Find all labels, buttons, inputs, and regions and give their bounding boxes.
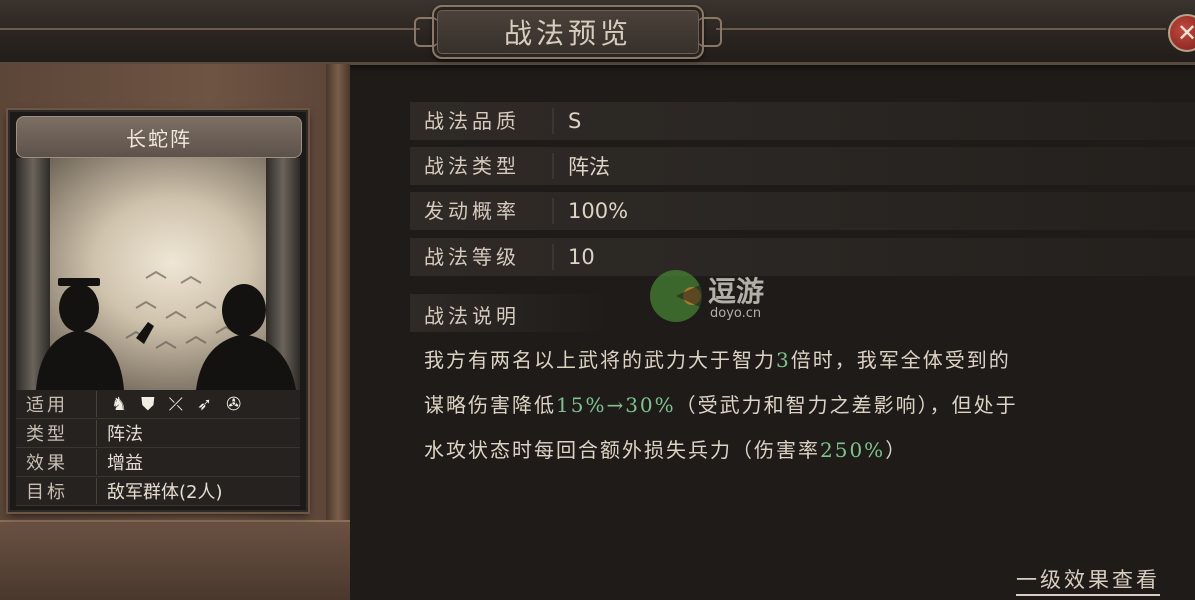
info-row-level: 战法等级 10	[410, 238, 1195, 276]
watermark-sub: doyo.cn	[710, 306, 762, 321]
close-button[interactable]: ✕	[1168, 14, 1195, 52]
prop-key: 效果	[16, 449, 97, 475]
desc-line-3: 水攻状态时每回合额外损失兵力（伤害率250%）	[424, 428, 1194, 473]
tactic-art-image	[36, 270, 296, 390]
info-key: 发动概率	[410, 198, 554, 224]
desc-text: （受武力和智力之差影响），但处于	[675, 393, 1018, 417]
watermark: 逗游 doyo.cn	[646, 266, 796, 326]
unit-icons: ♞ ⛊ ⤫ ➶ ✇	[97, 394, 241, 415]
info-value: S	[568, 109, 582, 133]
desc-text: 谋略伤害降低	[424, 393, 556, 417]
desc-highlight: 3	[776, 348, 791, 372]
bow-icon: ⤫	[168, 393, 184, 415]
desc-line-1: 我方有两名以上武将的武力大于智力3倍时，我军全体受到的	[424, 338, 1194, 383]
cavalry-icon: ♞	[111, 393, 128, 415]
prop-row-type: 类型 阵法	[16, 419, 300, 448]
header-bar: 战法预览 ✕	[0, 0, 1195, 65]
desc-highlight: 15%→30%	[556, 393, 676, 417]
tactic-card-art	[16, 158, 300, 390]
info-value: 10	[568, 245, 595, 269]
watermark-logo	[650, 270, 702, 322]
header-rule-left	[0, 28, 420, 30]
page-title: 战法预览	[414, 5, 722, 59]
info-row-quality: 战法品质 S	[410, 102, 1195, 140]
desc-text: ）	[885, 438, 908, 462]
chariot-icon: ✇	[226, 393, 242, 415]
shield-icon: ⛊	[141, 393, 155, 415]
scroll-bottom	[0, 520, 350, 600]
desc-line-2: 谋略伤害降低15%→30%（受武力和智力之差影响），但处于	[424, 383, 1194, 428]
desc-text: 倍时，我军全体受到的	[790, 348, 1011, 372]
info-value: 100%	[568, 199, 629, 223]
header-rule-right	[716, 28, 1166, 30]
prop-row-target: 目标 敌军群体(2人)	[16, 477, 300, 506]
desc-text: 我方有两名以上武将的武力大于智力	[424, 348, 776, 372]
prop-key: 类型	[16, 420, 97, 446]
watermark-text: 逗游	[708, 275, 765, 308]
close-icon: ✕	[1176, 19, 1195, 47]
scroll-rod	[326, 64, 350, 598]
prop-row-applicable: 适用 ♞ ⛊ ⤫ ➶ ✇	[16, 390, 300, 419]
info-key: 战法类型	[410, 153, 554, 179]
prop-key: 适用	[16, 391, 97, 417]
prop-value: 增益	[107, 453, 143, 474]
info-row-rate: 发动概率 100%	[410, 192, 1195, 230]
prop-value: 敌军群体(2人)	[107, 482, 223, 503]
prop-value: 阵法	[107, 424, 143, 445]
prop-key: 目标	[16, 478, 97, 504]
desc-highlight: 250%	[820, 438, 886, 462]
tactic-card-title: 长蛇阵	[16, 116, 302, 158]
level-effect-link[interactable]: 一级效果查看	[1016, 564, 1160, 596]
tactic-card: 长蛇阵 适用 ♞ ⛊ ⤫ ➶ ✇ 类型 阵法 效果 增益 目标 敌军群体(2人)	[8, 110, 308, 512]
info-value: 阵法	[568, 155, 610, 179]
info-row-type: 战法类型 阵法	[410, 147, 1195, 185]
tactic-description: 我方有两名以上武将的武力大于智力3倍时，我军全体受到的 谋略伤害降低15%→30…	[424, 338, 1194, 473]
info-key: 战法品质	[410, 108, 554, 134]
spear-icon: ➶	[197, 393, 213, 415]
tactic-properties: 适用 ♞ ⛊ ⤫ ➶ ✇ 类型 阵法 效果 增益 目标 敌军群体(2人)	[16, 390, 300, 506]
info-key: 战法等级	[410, 244, 554, 270]
desc-label: 战法说明	[424, 304, 520, 328]
prop-row-effect: 效果 增益	[16, 448, 300, 477]
desc-text: 水攻状态时每回合额外损失兵力（伤害率	[424, 438, 820, 462]
